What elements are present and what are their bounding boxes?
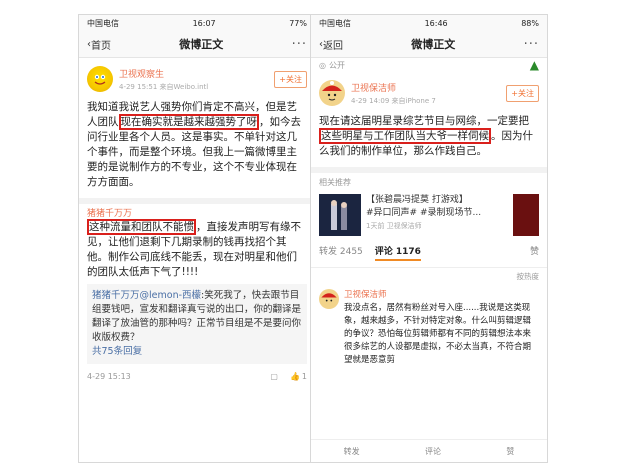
highlighted-text: 这种流量和团队不能惯 bbox=[87, 219, 196, 235]
clock: 16:46 bbox=[424, 18, 448, 28]
related-thumbnail[interactable] bbox=[513, 194, 539, 236]
author-name[interactable]: 卫视观察生 bbox=[119, 67, 274, 80]
author-row: 卫视保洁师 4-29 14:09 来自iPhone 7 +关注 bbox=[311, 72, 547, 114]
post-time: 4-29 15:51 来自Weibo.intl bbox=[119, 82, 274, 92]
comment-item: 卫视保洁师 我没点名，居然有粉丝对号入座......我说是这类现象，越来越多，不… bbox=[311, 285, 547, 371]
battery-level: 88% bbox=[521, 18, 539, 28]
quoted-reply[interactable]: 猪猪千万万@lemon-西檬:笑死我了，快去跟节目组要钱吧，宣发和翻译真亏说的出… bbox=[87, 284, 307, 364]
tab-bar: 转发 2455 评论 1176 赞 bbox=[311, 238, 547, 268]
related-sub: 1天前 卫视保洁师 bbox=[366, 222, 422, 230]
back-label: 返回 bbox=[323, 40, 343, 52]
comment-button[interactable]: 评论 bbox=[425, 446, 441, 457]
post-time: 4-29 14:09 来自iPhone 7 bbox=[351, 96, 506, 106]
back-label: 首页 bbox=[91, 40, 111, 52]
divider bbox=[79, 198, 315, 204]
timestamp: 4-29 14:09 bbox=[351, 96, 390, 105]
right-phone-screenshot: 中国电信 16:46 88% ‹ 返回 微博正文 ··· ◎ 公开 ▲ 卫视保洁师 … bbox=[310, 14, 548, 463]
like-count: 1 bbox=[301, 372, 307, 381]
related-card[interactable]: 【张碧晨冯提莫 打游戏】 #异口同声# #录制现场节... 1天前 卫视保洁师 bbox=[311, 192, 547, 238]
action-bar: 转发 评论 赞 bbox=[311, 439, 547, 462]
highlighted-text: 现在确实就是越来越强势了呀 bbox=[118, 114, 259, 130]
clock: 16:07 bbox=[192, 18, 216, 28]
comment-author[interactable]: 卫视保洁师 bbox=[344, 289, 539, 302]
repost-button[interactable]: 转发 bbox=[344, 446, 360, 457]
reply-icon[interactable]: ▢ bbox=[270, 372, 278, 381]
visibility-label: 公开 bbox=[328, 60, 345, 70]
page-title: 微博正文 bbox=[411, 38, 456, 51]
video-thumbnail[interactable] bbox=[319, 194, 361, 236]
avatar[interactable] bbox=[319, 80, 345, 106]
post-text: 现在请这届明星录综艺节目与网综，一定要把 bbox=[319, 115, 529, 127]
avatar[interactable] bbox=[87, 66, 113, 92]
nav-bar: ‹ 首页 微博正文 ··· bbox=[79, 31, 315, 58]
carrier-label: 中国电信 bbox=[319, 18, 351, 28]
related-title[interactable]: 【张碧晨冯提莫 打游戏】 bbox=[366, 194, 508, 207]
tab-comment[interactable]: 评论 1176 bbox=[374, 244, 421, 261]
more-replies-link[interactable]: 共75条回复 bbox=[92, 345, 302, 359]
related-label: 相关推荐 bbox=[319, 178, 351, 187]
like-button[interactable]: 👍 1 bbox=[290, 372, 307, 381]
mention-link[interactable]: @lemon-西檬 bbox=[140, 290, 202, 301]
thumbs-up-icon: 👍 bbox=[289, 372, 300, 381]
comment-text: 我没点名，居然有粉丝对号入座......我说是这类现象，越来越多，不针对特定对象… bbox=[344, 303, 532, 365]
author-row: 卫视观察生 4-29 15:51 来自Weibo.intl +关注 bbox=[79, 58, 315, 100]
sort-toggle[interactable]: 按热度 bbox=[311, 268, 547, 285]
tab-repost[interactable]: 转发 2455 bbox=[319, 244, 363, 261]
footer-actions: ▢ 👍 1 bbox=[270, 372, 307, 381]
quote-user[interactable]: 猪猪千万万 bbox=[92, 290, 140, 301]
nav-bar: ‹ 返回 微博正文 ··· bbox=[311, 31, 547, 58]
post-footer: 4-29 15:13 ▢ 👍 1 bbox=[79, 368, 315, 385]
status-bar: 中国电信 16:07 77% bbox=[79, 15, 315, 31]
status-bar: 中国电信 16:46 88% bbox=[311, 15, 547, 31]
post-body: 现在请这届明星录综艺节目与网综，一定要把这些明星与工作团队当大爷一样伺候 。因为什… bbox=[311, 114, 547, 159]
related-tags[interactable]: #异口同声# #录制现场节... bbox=[366, 207, 508, 220]
post-body: 我知道我说艺人强势你们肯定不高兴，但是艺人团队 现在确实就是越来越强势了呀 ，如今去… bbox=[79, 100, 315, 190]
tab-like[interactable]: 赞 bbox=[530, 244, 539, 261]
more-button[interactable]: ··· bbox=[524, 37, 539, 52]
carrier-label: 中国电信 bbox=[87, 18, 119, 28]
follow-button[interactable]: +关注 bbox=[506, 84, 539, 102]
timestamp: 4-29 15:51 bbox=[119, 82, 158, 91]
comment-avatar[interactable] bbox=[319, 289, 339, 309]
visibility-row: ◎ 公开 ▲ bbox=[311, 58, 547, 72]
like-button[interactable]: 赞 bbox=[506, 446, 514, 457]
battery-level: 77% bbox=[289, 18, 307, 28]
highlighted-text: 这些明星与工作团队当大爷一样伺候 bbox=[319, 128, 491, 144]
post-source: 来自Weibo.intl bbox=[159, 82, 209, 91]
post-source: 来自iPhone 7 bbox=[391, 96, 436, 105]
back-button[interactable]: ‹ 返回 bbox=[319, 37, 343, 52]
more-button[interactable]: ··· bbox=[292, 37, 307, 52]
related-info: 【张碧晨冯提莫 打游戏】 #异口同声# #录制现场节... 1天前 卫视保洁师 bbox=[366, 194, 508, 236]
footer-time: 4-29 15:13 bbox=[87, 372, 131, 381]
left-phone-screenshot: 中国电信 16:07 77% ‹ 首页 微博正文 ··· 卫视观察生 4-29 1… bbox=[78, 14, 316, 463]
author-name[interactable]: 卫视保洁师 bbox=[351, 81, 506, 94]
repost-body: 猪猪千万万 这种流量和团队不能惯 ，直接发声明写有缘不见，让他们退剩下几期录制的钱… bbox=[79, 208, 315, 280]
back-button[interactable]: ‹ 首页 bbox=[87, 37, 111, 52]
globe-icon: ◎ bbox=[319, 60, 326, 70]
page-title: 微博正文 bbox=[179, 38, 224, 51]
christmas-tree-icon: ▲ bbox=[529, 58, 539, 72]
follow-button[interactable]: +关注 bbox=[274, 70, 307, 88]
